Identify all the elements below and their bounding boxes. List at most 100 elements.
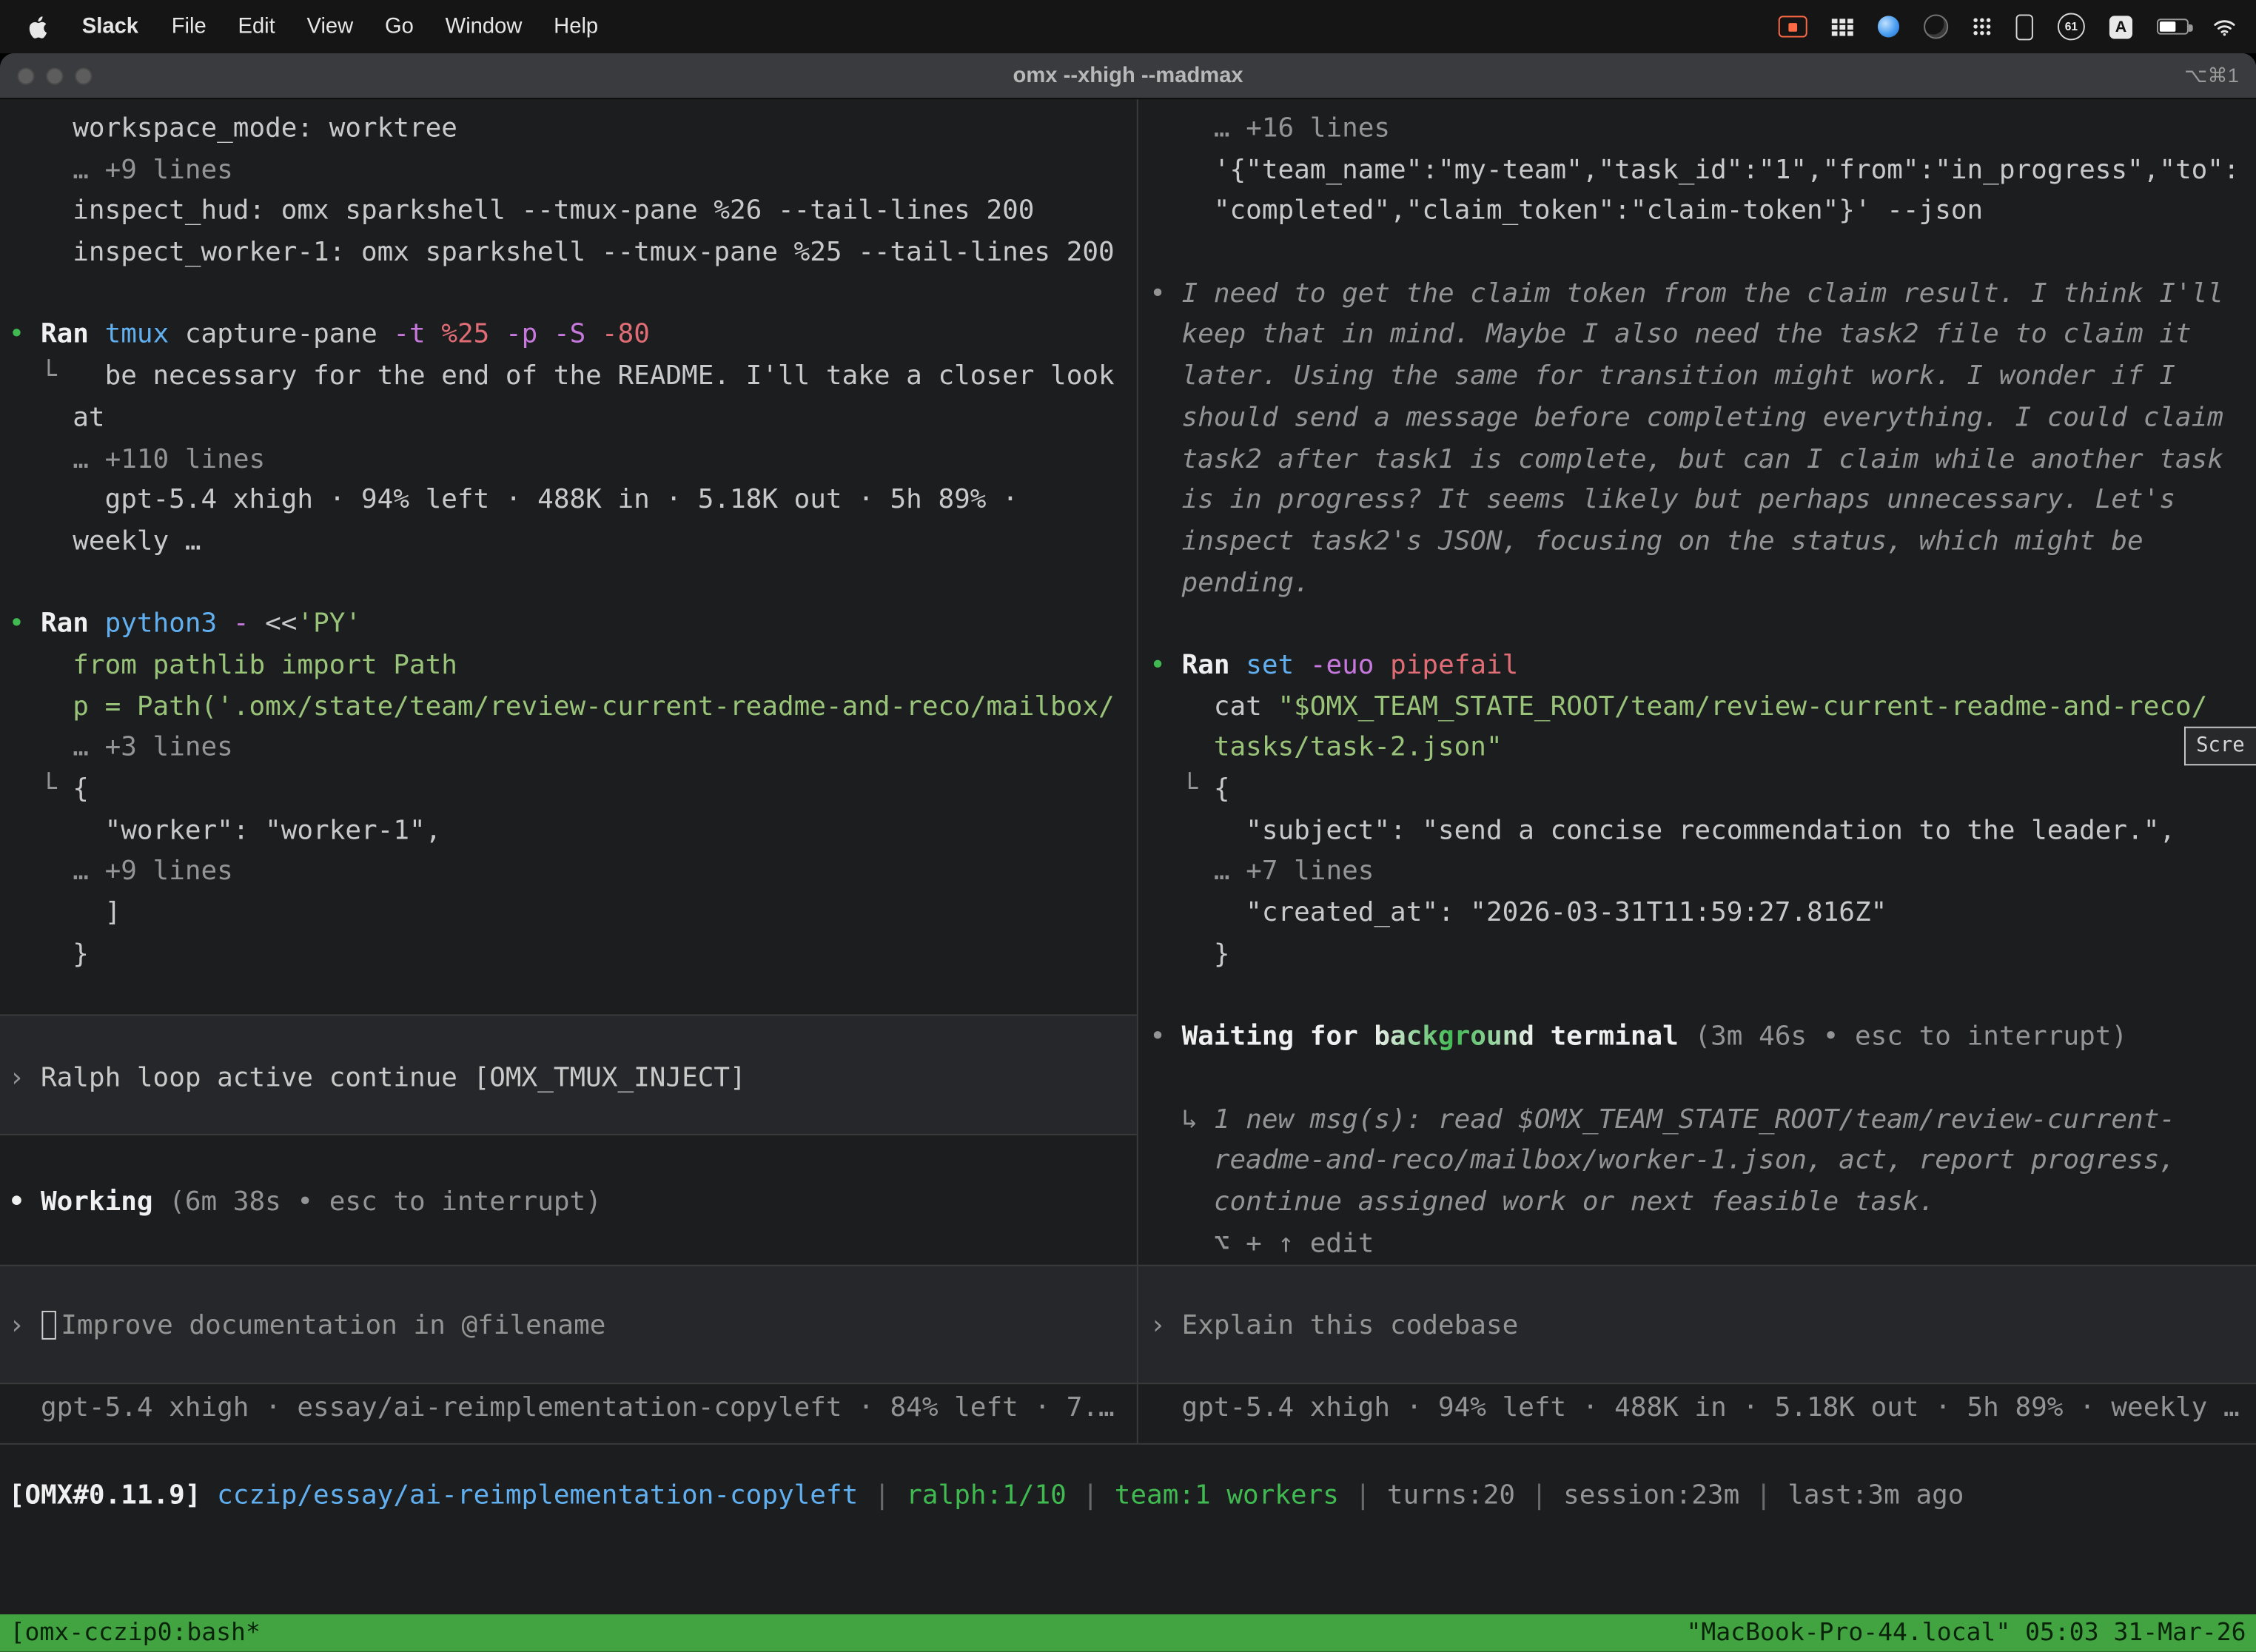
- terminal-line: workspace_mode: worktree: [9, 110, 1137, 151]
- text-segment: … +110 lines: [73, 444, 265, 474]
- terminal-line: inspect_hud: omx sparkshell --tmux-pane …: [9, 192, 1137, 233]
- menu-left: Slack File Edit View Go Window Help: [0, 13, 614, 39]
- terminal-line: [9, 563, 1137, 605]
- terminal-line: cat "$OMX_TEAM_STATE_ROOT/team/review-cu…: [1149, 688, 2256, 729]
- terminal-line: [9, 1100, 1137, 1141]
- text-segment: ›: [9, 1311, 41, 1341]
- terminal-right-pane[interactable]: … +16 lines '{"team_name":"my-team","tas…: [1138, 99, 2256, 1443]
- text-segment: cczip/essay/ai-reimplementation-copyleft: [217, 1480, 858, 1511]
- battery-icon[interactable]: [2157, 19, 2189, 34]
- terminal-line: keep that in mind. Maybe I also need the…: [1149, 316, 2256, 357]
- terminal-line: [9, 1265, 1137, 1306]
- text-segment: from pathlib import Path: [9, 651, 457, 681]
- terminal-line: [OMX#0.11.9] cczip/essay/ai-reimplementa…: [9, 1477, 1964, 1518]
- menu-item-help[interactable]: Help: [538, 14, 614, 38]
- terminal-line: [1149, 1058, 2256, 1100]
- input-source-icon[interactable]: A: [2109, 15, 2132, 38]
- device-icon[interactable]: [2016, 13, 2033, 39]
- terminal-line: [1149, 233, 2256, 275]
- dark-circle-app-icon[interactable]: [1924, 14, 1948, 38]
- text-segment: [9, 155, 73, 185]
- tmux-status-bar: [omx-cczip0:bash* "MacBook-Pro-44.local"…: [0, 1614, 2256, 1652]
- minimize-button[interactable]: [46, 67, 63, 84]
- menu-item-edit[interactable]: Edit: [222, 14, 291, 38]
- text-segment: [9, 733, 73, 763]
- text-segment: weekly …: [9, 526, 201, 557]
- text-segment: capture-pane: [185, 320, 393, 350]
- text-segment: |: [1339, 1480, 1387, 1511]
- menu-bar: Slack File Edit View Go Window Help 61 A: [0, 0, 2256, 53]
- terminal-left-pane[interactable]: workspace_mode: worktree … +9 lines insp…: [0, 99, 1137, 1443]
- text-segment: be necessary for the end of the README. …: [105, 361, 1115, 392]
- terminal-line: • Ran python3 - <<'PY': [9, 605, 1137, 646]
- terminal-line: • Ran set -euo pipefail: [1149, 646, 2256, 688]
- text-segment: •: [9, 320, 41, 350]
- screen: Slack File Edit View Go Window Help 61 A: [0, 0, 2256, 1652]
- traffic-lights: [0, 67, 92, 84]
- menu-app-name[interactable]: Slack: [64, 14, 155, 38]
- text-segment: later. Using the same for transition mig…: [1149, 361, 2175, 392]
- menu-item-window[interactable]: Window: [429, 14, 537, 38]
- terminal-line: › Improve documentation in @filename: [9, 1306, 1137, 1348]
- menu-item-file[interactable]: File: [155, 14, 222, 38]
- text-segment: team:1 workers: [1115, 1480, 1339, 1511]
- meter-icon[interactable]: 61: [2058, 13, 2085, 40]
- text-segment: Ran: [1182, 651, 1246, 681]
- terminal-line: [9, 976, 1137, 1018]
- terminal-line: "worker": "worker-1",: [9, 811, 1137, 853]
- text-segment: |: [858, 1480, 906, 1511]
- terminal-line: }: [9, 935, 1137, 976]
- menu-item-view[interactable]: View: [291, 14, 369, 38]
- text-segment: Ralph loop active continue [OMX_TMUX_INJ…: [41, 1063, 746, 1093]
- terminal-line: └ {: [1149, 770, 2256, 811]
- pane-divider[interactable]: [1137, 99, 1138, 1443]
- terminal-line: … +110 lines: [9, 440, 1137, 481]
- text-segment: └: [1149, 774, 1214, 805]
- screen-recording-icon[interactable]: [1779, 16, 1807, 37]
- terminal-line: from pathlib import Path: [9, 646, 1137, 688]
- battery-nub: [2189, 24, 2192, 31]
- terminal-line: [9, 1018, 1137, 1059]
- text-segment: •: [1149, 651, 1181, 681]
- text-segment: gpt-5.4 xhigh · 94% left · 488K in · 5.1…: [1149, 1393, 2239, 1423]
- text-segment: … +9 lines: [73, 856, 233, 887]
- close-button[interactable]: [17, 67, 34, 84]
- text-segment: terminal: [1534, 1021, 1695, 1052]
- text-segment: session:23m: [1563, 1480, 1739, 1511]
- text-segment: workspace_mode: worktree: [9, 114, 457, 144]
- menu-item-go[interactable]: Go: [369, 14, 430, 38]
- text-segment: -: [233, 609, 265, 639]
- meter-value: 61: [2065, 20, 2078, 33]
- text-segment: set: [1246, 651, 1310, 681]
- terminal-line: ↳ 1 new msg(s): read $OMX_TEAM_STATE_ROO…: [1149, 1100, 2256, 1141]
- text-segment: tasks/task-2.json": [1149, 733, 1502, 763]
- terminal-content: workspace_mode: worktree … +9 lines insp…: [0, 99, 2256, 1614]
- text-segment: ⌥ + ↑ edit: [1149, 1228, 1374, 1258]
- text-segment: … +16 lines: [1214, 114, 1390, 144]
- text-segment: "completed","claim_token":"claim-token"}…: [1149, 196, 1983, 226]
- apple-menu-icon[interactable]: [23, 13, 64, 39]
- terminal-line: }: [1149, 935, 2256, 976]
- text-segment: inspect_hud: omx sparkshell --tmux-pane …: [9, 196, 1035, 226]
- dots-grid-icon[interactable]: [1973, 17, 1991, 36]
- title-bar[interactable]: omx --xhigh --madmax ⌥⌘1: [0, 53, 2256, 99]
- terminal-line: [1149, 605, 2256, 646]
- wifi-icon[interactable]: [2213, 18, 2236, 35]
- text-segment: ›: [1149, 1311, 1181, 1341]
- text-segment: -euo: [1310, 651, 1390, 681]
- terminal-line: └ be necessary for the end of the README…: [9, 357, 1137, 398]
- terminal-line: "created_at": "2026-03-31T11:59:27.816Z": [1149, 893, 2256, 935]
- terminal-line: continue assigned work or next feasible …: [1149, 1183, 2256, 1224]
- text-segment: •: [9, 609, 41, 639]
- zoom-button[interactable]: [75, 67, 92, 84]
- grid-icon[interactable]: [1832, 18, 1853, 35]
- terminal-line: weekly …: [9, 522, 1137, 563]
- text-segment: ]: [9, 898, 121, 928]
- text-segment: "subject": "send a concise recommendatio…: [1149, 816, 2175, 846]
- terminal-line: readme-and-reco/mailbox/worker-1.json, a…: [1149, 1141, 2256, 1183]
- screen-recording-dot: [1788, 22, 1797, 31]
- text-segment: |: [1739, 1480, 1787, 1511]
- text-segment: readme-and-reco/mailbox/worker-1.json, a…: [1149, 1146, 2175, 1176]
- terminal-line: p = Path('.omx/state/team/review-current…: [9, 688, 1137, 729]
- blue-app-icon[interactable]: [1878, 16, 1899, 37]
